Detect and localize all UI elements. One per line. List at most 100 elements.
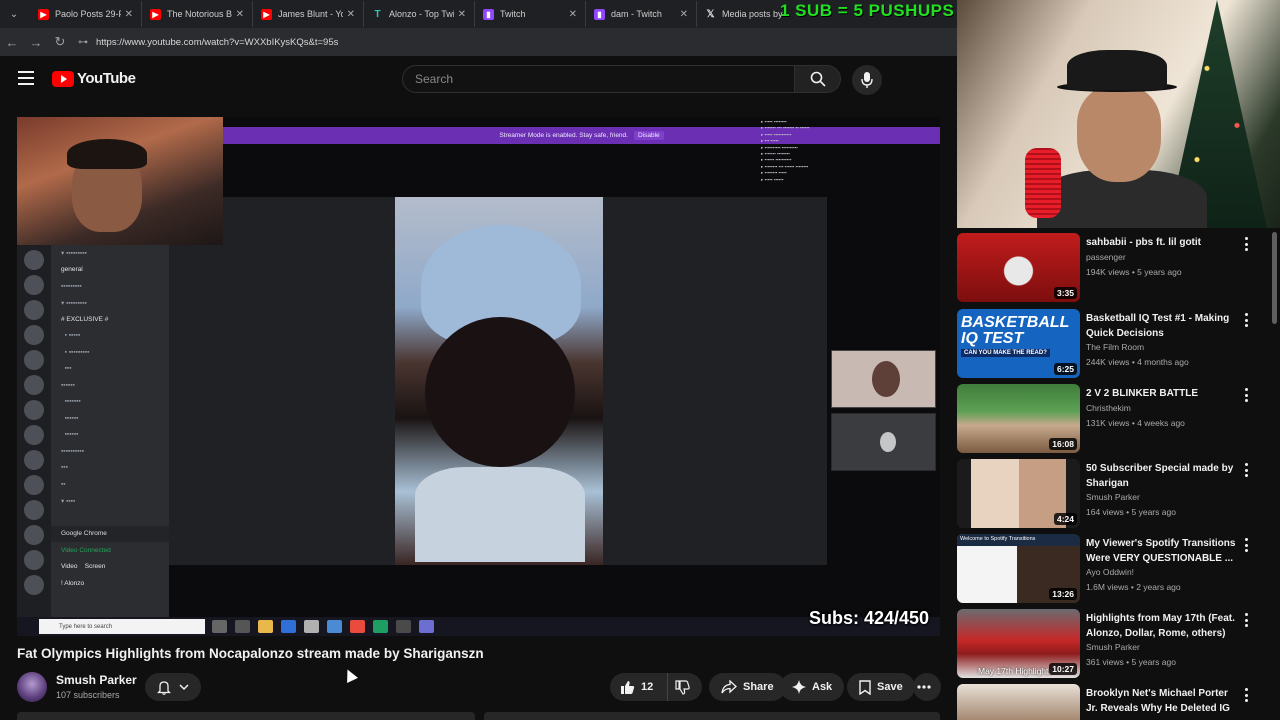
recommendation-meta: 164 views • 5 years ago <box>1086 507 1176 517</box>
url-text: https://www.youtube.com/watch?v=WXXbIKys… <box>96 36 339 48</box>
video-thumbnail[interactable]: BASKETBALL IQ TEST CAN YOU MAKE THE READ… <box>957 309 1080 378</box>
menu-icon[interactable] <box>18 71 34 85</box>
close-tab-icon[interactable]: ✕ <box>569 9 577 20</box>
reload-icon[interactable]: ↻ <box>48 34 72 50</box>
twitch-icon: ▮ <box>594 8 605 20</box>
video-thumbnail[interactable] <box>957 684 1080 720</box>
like-button[interactable]: 12 <box>610 673 668 701</box>
screen-toggle: Screen <box>84 563 106 571</box>
recommendation-title[interactable]: sahbabii - pbs ft. lil gotit <box>1086 236 1238 251</box>
video-thumbnail[interactable]: 4:24 <box>957 459 1080 528</box>
recommendation-title[interactable]: Highlights from May 17th (Feat. Alonzo, … <box>1086 612 1238 641</box>
more-vertical-icon[interactable] <box>1240 236 1252 252</box>
video-thumbnail[interactable]: Welcome to Spotify Transitions 13:26 <box>957 534 1080 603</box>
recommendation-title[interactable]: Brooklyn Net's Michael Porter Jr. Reveal… <box>1086 687 1238 720</box>
recommendation-channel[interactable]: Smush Parker <box>1086 642 1140 652</box>
recommendation-item[interactable]: Brooklyn Net's Michael Porter Jr. Reveal… <box>957 683 1280 720</box>
youtube-icon: ▶ <box>38 8 49 20</box>
close-tab-icon[interactable]: ✕ <box>458 9 466 20</box>
close-tab-icon[interactable]: ✕ <box>236 9 244 20</box>
sidebar-scrollbar[interactable] <box>1272 232 1277 324</box>
recommendation-item[interactable]: BASKETBALL IQ TEST CAN YOU MAKE THE READ… <box>957 308 1280 378</box>
recommendation-title[interactable]: My Viewer's Spotify Transitions Were VER… <box>1086 537 1238 566</box>
more-vertical-icon[interactable] <box>1240 612 1252 628</box>
more-actions-button[interactable] <box>913 673 941 701</box>
recommendation-title[interactable]: Basketball IQ Test #1 - Making Quick Dec… <box>1086 312 1238 341</box>
recommendation-item[interactable]: May 17th Highlights 10:27 Highlights fro… <box>957 608 1280 678</box>
twitch-icon: ▮ <box>483 8 494 20</box>
search-input[interactable] <box>415 72 794 86</box>
url-field[interactable]: ⊶ https://www.youtube.com/watch?v=WXXbIK… <box>78 32 949 52</box>
thumbs-up-icon <box>621 680 635 694</box>
site-info-icon[interactable]: ⊶ <box>78 37 88 48</box>
channel-avatar[interactable] <box>17 672 47 702</box>
recommendations-list: 3:35 sahbabii - pbs ft. lil gotit passen… <box>957 232 1280 720</box>
search-icon <box>810 71 826 87</box>
browser-tab[interactable]: ▮ dam - Twitch ✕ <box>585 1 696 27</box>
search-box <box>402 65 795 93</box>
dislike-button[interactable] <box>668 673 702 701</box>
more-vertical-icon[interactable] <box>1240 687 1252 703</box>
channel-name[interactable]: Smush Parker <box>56 673 137 687</box>
share-button[interactable]: Share <box>709 673 786 701</box>
video-thumbnail[interactable]: 3:35 <box>957 233 1080 302</box>
browser-tab[interactable]: ▶James Blunt - You✕ <box>252 1 363 27</box>
microphone-icon <box>861 72 873 88</box>
video-toggle: Video <box>61 563 78 571</box>
youtube-icon: ▶ <box>150 8 161 20</box>
video-thumbnail[interactable]: May 17th Highlights 10:27 <box>957 609 1080 678</box>
back-icon[interactable]: ← <box>0 35 24 50</box>
streamer-facecam <box>957 0 1280 228</box>
ask-button[interactable]: Ask <box>780 673 845 701</box>
more-vertical-icon[interactable] <box>1240 537 1252 553</box>
mouse-cursor <box>342 667 358 683</box>
recommendation-item[interactable]: 3:35 sahbabii - pbs ft. lil gotit passen… <box>957 232 1280 302</box>
more-horizontal-icon <box>917 685 931 689</box>
recommendation-item[interactable]: 16:08 2 V 2 BLINKER BATTLE Christhekim 1… <box>957 383 1280 453</box>
youtube-icon: ▶ <box>261 8 272 20</box>
youtube-logo[interactable]: YouTube <box>52 70 136 87</box>
recommendation-meta: 131K views • 4 weeks ago <box>1086 418 1185 428</box>
recommendation-item[interactable]: Welcome to Spotify Transitions 13:26 My … <box>957 533 1280 603</box>
facetime-video <box>395 197 603 565</box>
browser-tab[interactable]: ▮ Twitch ✕ <box>474 1 585 27</box>
windows-taskbar: Type here to search <box>17 617 940 636</box>
discord-user: ! Alonzo <box>61 579 85 587</box>
duration-badge: 13:26 <box>1049 588 1077 600</box>
browser-tab[interactable]: T Alonzo - Top Twit ✕ <box>363 1 474 27</box>
tab-list-dropdown[interactable]: ⌄ <box>2 3 26 25</box>
recommendation-channel[interactable]: Ayo Oddwin! <box>1086 567 1134 577</box>
close-tab-icon[interactable]: ✕ <box>125 9 133 20</box>
video-player[interactable]: Streamer Mode is enabled. Stay safe, fri… <box>17 117 940 636</box>
thumbnail-text: May 17th Highlights <box>978 666 1053 676</box>
share-icon <box>721 680 737 694</box>
video-thumbnail[interactable]: 16:08 <box>957 384 1080 453</box>
youtube-header: YouTube <box>0 56 957 102</box>
forward-icon[interactable]: → <box>24 35 48 50</box>
close-tab-icon[interactable]: ✕ <box>347 9 355 20</box>
taskbar-search: Type here to search <box>39 619 205 634</box>
recommendation-channel[interactable]: Smush Parker <box>1086 492 1140 502</box>
more-vertical-icon[interactable] <box>1240 312 1252 328</box>
save-button[interactable]: Save <box>847 673 915 701</box>
browser-tab[interactable]: ▶Paolo Posts 29-PT✕ <box>30 1 141 27</box>
recommendation-channel[interactable]: passenger <box>1086 252 1126 262</box>
recommendation-title[interactable]: 50 Subscriber Special made by Sharigan <box>1086 462 1238 491</box>
duration-badge: 10:27 <box>1049 663 1077 675</box>
voice-search-button[interactable] <box>852 65 882 95</box>
recommendation-item[interactable]: 4:24 50 Subscriber Special made by Shari… <box>957 458 1280 528</box>
browser-tab[interactable]: ▶The Notorious B.I.✕ <box>141 1 252 27</box>
recommendation-title[interactable]: 2 V 2 BLINKER BATTLE <box>1086 387 1238 402</box>
close-tab-icon[interactable]: ✕ <box>680 9 688 20</box>
recommendation-channel[interactable]: The Film Room <box>1086 342 1144 352</box>
notifications-button[interactable] <box>145 673 201 701</box>
more-vertical-icon[interactable] <box>1240 462 1252 478</box>
description-box-edge <box>17 712 475 720</box>
stream-chat: ▸ ▪▪▪▪▪ ▪▪▪▪▪▪▪▪ ▸ ▪▪▪▪▪▪▪ ▪▪▪ ▪▪▪▪▪▪▪ ▪▪… <box>761 119 810 182</box>
search-button[interactable] <box>795 65 841 93</box>
bookmark-icon <box>859 679 871 695</box>
recommendation-channel[interactable]: Christhekim <box>1086 403 1131 413</box>
more-vertical-icon[interactable] <box>1240 387 1252 403</box>
discord-server-list <box>17 245 51 617</box>
duration-badge: 4:24 <box>1053 513 1077 525</box>
